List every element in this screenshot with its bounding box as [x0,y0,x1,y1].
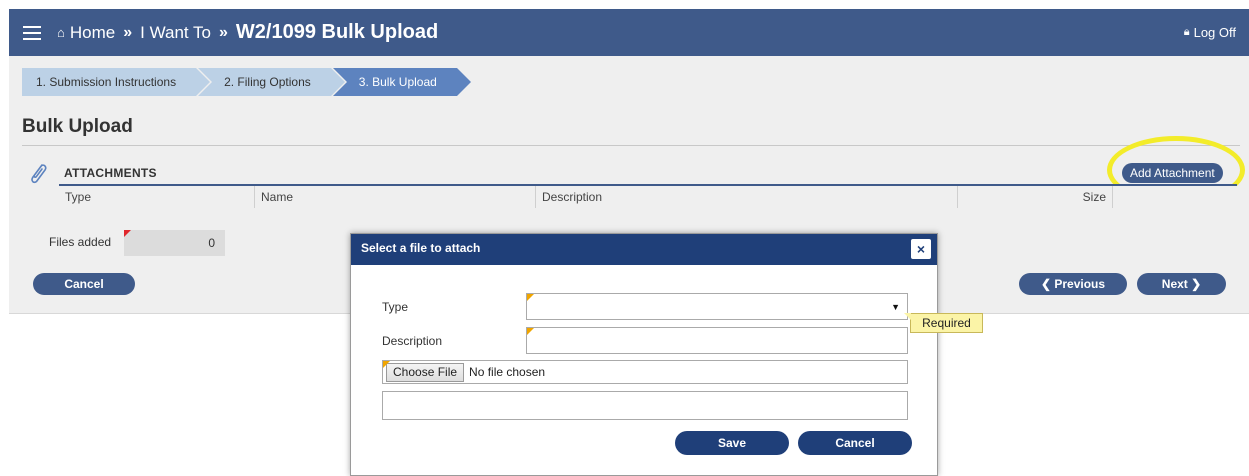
attachments-heading: ATTACHMENTS [64,166,157,180]
column-header-type[interactable]: Type [59,186,255,208]
top-header-bar: ⌂ Home » I Want To » W2/1099 Bulk Upload… [9,9,1249,56]
files-added-label: Files added [49,235,112,249]
next-button[interactable]: Next ❯ [1137,273,1226,295]
wizard-steps: 1. Submission Instructions 2. Filing Opt… [22,68,471,96]
breadcrumb: ⌂ Home » I Want To » W2/1099 Bulk Upload [57,21,438,44]
save-button[interactable]: Save [675,431,789,455]
column-header-description[interactable]: Description [536,186,958,208]
breadcrumb-separator: » [123,23,133,41]
dialog-header: Select a file to attach × [351,234,937,265]
required-flag-icon [383,361,390,368]
type-label: Type [382,300,409,314]
description-field[interactable] [526,327,908,354]
log-off-link[interactable]: 🔒︎ Log Off [1184,25,1236,40]
add-attachment-button[interactable]: Add Attachment [1122,163,1223,183]
lock-icon: 🔒︎ [1183,26,1190,38]
type-select[interactable]: ▼ [526,293,908,320]
changed-flag-icon [124,230,131,237]
required-tooltip: Required [904,313,983,333]
next-label: Next [1161,277,1188,291]
cancel-button[interactable]: Cancel [33,273,135,295]
title-divider [22,145,1240,146]
caret-down-icon: ▼ [891,302,900,312]
breadcrumb-home-link[interactable]: Home [70,23,115,43]
step-bulk-upload[interactable]: 3. Bulk Upload [332,68,471,96]
file-status-text: No file chosen [469,365,546,379]
description-label: Description [382,334,443,348]
step-submission-instructions[interactable]: 1. Submission Instructions [22,68,211,96]
step-filing-options[interactable]: 2. Filing Options [198,68,345,96]
paperclip-icon [31,164,47,184]
column-header-spacer [1113,186,1237,208]
column-header-name[interactable]: Name [255,186,536,208]
file-detail-field[interactable] [382,391,908,420]
file-chooser[interactable]: Choose File No file chosen [382,360,908,384]
files-added-value: 0 [208,236,215,250]
home-icon: ⌂ [57,25,65,40]
attach-file-dialog: Select a file to attach × Type ▼ Require… [350,233,983,476]
choose-file-button[interactable]: Choose File [386,362,465,382]
breadcrumb-current-page: W2/1099 Bulk Upload [235,21,439,43]
breadcrumb-i-want-to-link[interactable]: I Want To [140,23,211,43]
breadcrumb-separator: » [219,23,228,41]
column-header-size[interactable]: Size [958,186,1113,208]
log-off-label: Log Off [1193,25,1236,40]
previous-label: Previous [1054,277,1106,291]
chevron-left-icon: ❮ [1040,277,1051,291]
chevron-right-icon: ❯ [1191,277,1202,291]
required-flag-icon [527,328,534,335]
required-flag-icon [527,294,534,301]
hamburger-icon[interactable] [23,25,41,40]
attachments-table-header: Type Name Description Size [59,184,1237,208]
dialog-cancel-button[interactable]: Cancel [798,431,912,455]
close-icon[interactable]: × [911,239,931,259]
files-added-count: 0 [124,230,225,256]
page-title: Bulk Upload [22,116,133,137]
previous-button[interactable]: ❮ Previous [1019,273,1127,295]
dialog-title: Select a file to attach [361,241,481,255]
